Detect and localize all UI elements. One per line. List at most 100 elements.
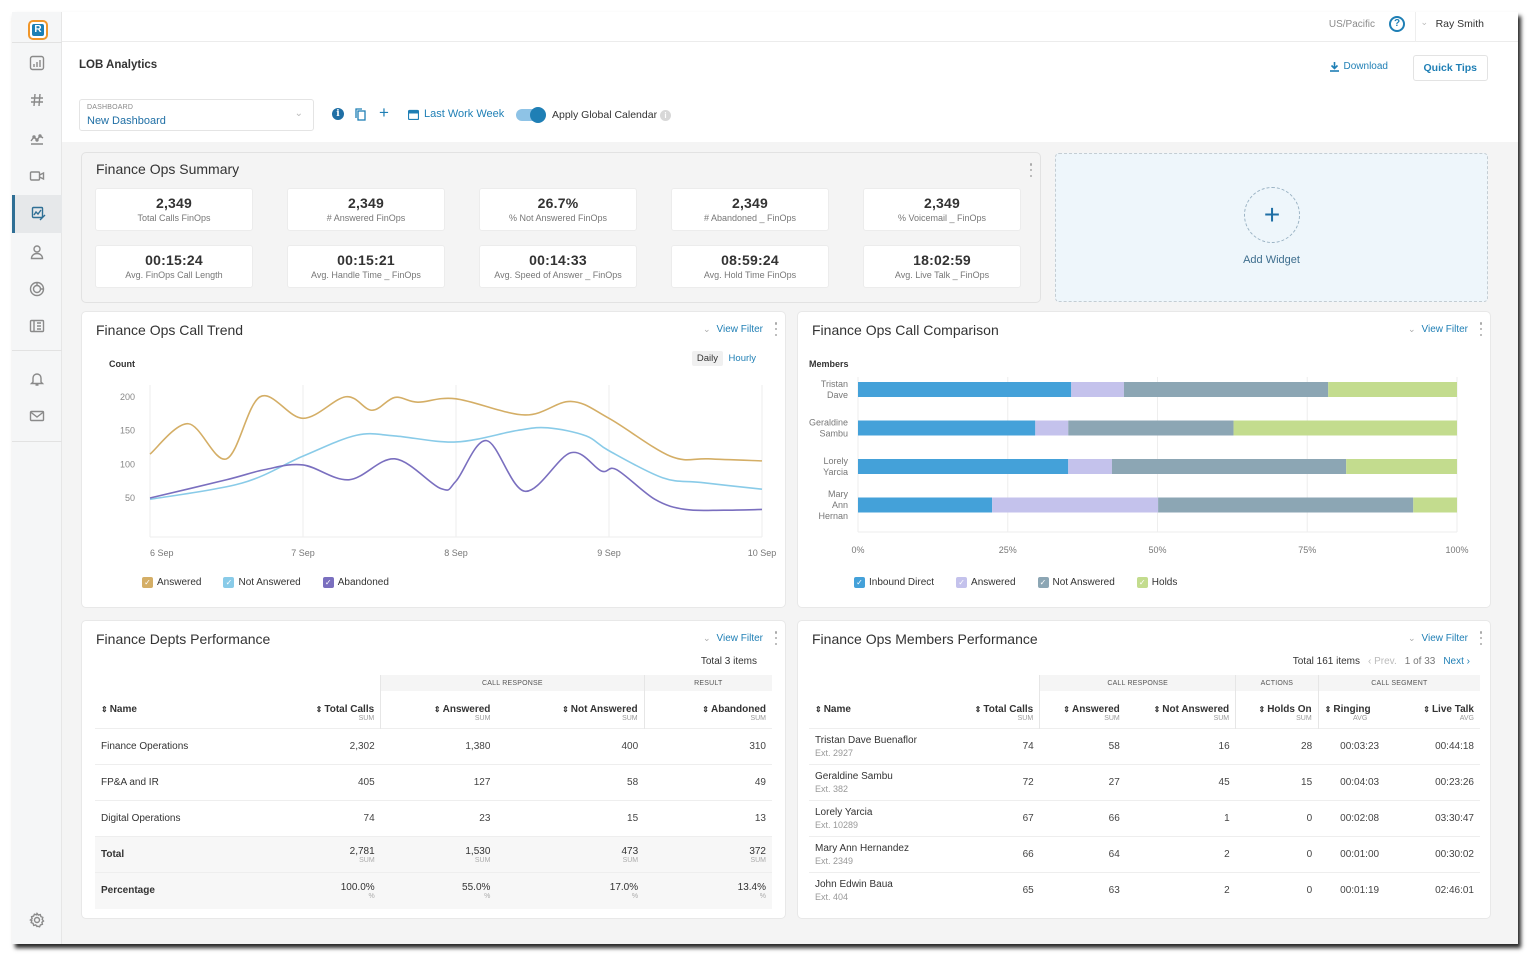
info-icon[interactable]: i (660, 110, 671, 121)
page-title: LOB Analytics (79, 59, 158, 71)
table-row[interactable]: FP&A and IR 405 127 58 49 (95, 764, 772, 801)
view-filter-button[interactable]: ⌄ View Filter (703, 633, 763, 644)
legend-item[interactable]: ✓ Abandoned (322, 577, 389, 588)
column-group: CALL SEGMENT (1317, 675, 1480, 691)
column-header[interactable]: ⇕ Abandoned (643, 691, 772, 715)
top-bar: US/Pacific ? ⌄ Ray Smith (62, 12, 1518, 42)
column-label: Total Calls (324, 704, 375, 715)
column-header[interactable]: ⇕ Ringing (1317, 691, 1402, 715)
info-icon[interactable]: i (332, 108, 344, 120)
sidebar-item-settings[interactable] (12, 902, 62, 938)
x-tick-label: 9 Sep (597, 548, 621, 558)
sidebar-item-hashtag[interactable] (12, 82, 62, 118)
column-header[interactable]: ⇕ Total Calls (262, 691, 381, 715)
column-header[interactable]: ⇕ Total Calls (951, 691, 1040, 715)
dashboard-select[interactable]: DASHBOARD New Dashboard ⌄ (79, 99, 314, 131)
kpi-value: 2,349 (347, 195, 385, 211)
view-filter-button[interactable]: ⌄ View Filter (1408, 633, 1468, 644)
column-header[interactable]: ⇕ Name (809, 691, 951, 715)
legend-item[interactable]: ✓ Not Answered (1037, 577, 1115, 588)
sidebar-item-analytics[interactable] (12, 195, 62, 233)
copy-icon[interactable] (355, 108, 366, 121)
quick-tips-button[interactable]: Quick Tips (1412, 55, 1488, 81)
hashtag-icon (31, 93, 43, 107)
sidebar-item-users[interactable] (12, 234, 62, 270)
sidebar-item-dashboard[interactable] (12, 271, 62, 307)
legend-label: Answered (157, 577, 202, 588)
table-row[interactable]: Finance Operations 2,302 1,380 400 310 (95, 728, 772, 765)
download-button[interactable]: Download (1329, 61, 1388, 72)
more-options-icon[interactable] (1479, 631, 1483, 645)
members-performance-widget: Finance Ops Members Performance ⌄ View Fi… (798, 621, 1490, 918)
sort-icon: ⇕ (1258, 705, 1266, 714)
sidebar-item-reports[interactable] (12, 45, 62, 81)
y-tick-label: 100 (120, 459, 135, 469)
global-calendar-toggle[interactable] (516, 107, 546, 123)
y-axis-title: Count (109, 359, 135, 369)
app-logo[interactable]: R (28, 20, 48, 40)
row-label: Total (101, 849, 125, 860)
prev-page-button[interactable]: ‹ Prev. (1368, 656, 1397, 667)
legend-item[interactable]: ✓ Inbound Direct (854, 577, 934, 588)
legend-item[interactable]: ✓ Answered (956, 577, 1016, 588)
more-options-icon[interactable] (1029, 163, 1033, 177)
column-header[interactable]: ⇕ Not Answered (1126, 691, 1236, 715)
table-row[interactable]: Geraldine Sambu Ext. 382 72 27 45 15 00:04:03 0… (809, 764, 1480, 801)
add-icon[interactable]: + (379, 103, 389, 123)
more-options-icon[interactable] (774, 631, 778, 645)
table-cell: 17.0%% (609, 881, 639, 900)
table-cell: 64 (1108, 849, 1120, 860)
help-icon[interactable]: ? (1389, 16, 1405, 32)
widget-title: Finance Ops Members Performance (812, 631, 1038, 647)
column-header[interactable]: ⇕ Live Talk (1402, 691, 1480, 715)
sidebar-item-messages[interactable] (12, 398, 62, 434)
table-cell: 72 (1022, 777, 1034, 788)
table-cell: 67 (1022, 813, 1034, 824)
table-row[interactable]: John Edwin Baua Ext. 404 65 63 2 0 00:01:19 02:… (809, 872, 1480, 909)
kpi-tile: 18:02:59 Avg. Live Talk _ FinOps (863, 245, 1021, 288)
table-cell: 400 (621, 741, 639, 752)
sort-icon: ⇕ (101, 705, 108, 714)
checkbox-icon: ✓ (223, 577, 235, 588)
legend-item[interactable]: ✓ Holds (1136, 577, 1177, 588)
x-tick-label: 25% (999, 545, 1017, 555)
table-cell: 00:30:02 (1435, 849, 1474, 860)
chevron-down-icon[interactable]: ⌄ (1420, 17, 1428, 28)
sidebar-item-notifications[interactable] (12, 361, 62, 397)
aggregation-label: SUM (1039, 715, 1126, 729)
category-label: Dave (827, 390, 848, 400)
legend-item[interactable]: ✓ Answered (142, 577, 201, 588)
sidebar-item-video[interactable] (12, 158, 62, 194)
kpi-value: 18:02:59 (913, 252, 971, 268)
column-header[interactable]: ⇕ Not Answered (496, 691, 644, 715)
column-header[interactable]: ⇕ Name (95, 691, 262, 715)
table-cell: 127 (473, 777, 491, 788)
table-row[interactable]: Digital Operations 74 23 15 13 (95, 800, 772, 837)
category-label: Lorely (823, 456, 848, 466)
legend-item[interactable]: ✓ Not Answered (223, 577, 301, 588)
aggregation-label: SUM (380, 715, 497, 729)
table-cell: 1 (1224, 813, 1230, 824)
bar-segment-answered (1035, 420, 1069, 436)
kpi-tile: 2,349 # Answered FinOps (287, 188, 445, 231)
sidebar-item-trends[interactable] (12, 120, 62, 156)
date-range-button[interactable]: Last Work Week (408, 108, 504, 120)
category-label: Hernan (818, 511, 848, 521)
timezone-label[interactable]: US/Pacific (1329, 19, 1375, 30)
column-header[interactable]: ⇕ Holds On (1235, 691, 1319, 715)
add-widget-button[interactable]: + Add Widget (1055, 153, 1488, 302)
table-cell: 310 (749, 741, 766, 752)
user-menu[interactable]: Ray Smith (1436, 18, 1484, 30)
table-row[interactable]: Mary Ann Hernandez Ext. 2349 66 64 2 0 00:01:0… (809, 836, 1480, 873)
table-cell: 58 (1108, 741, 1120, 752)
kpi-tile: 2,349 % Voicemail _ FinOps (863, 188, 1021, 231)
next-page-button[interactable]: Next › (1443, 656, 1470, 667)
table-row[interactable]: Lorely Yarcia Ext. 10289 67 66 1 0 00:02:08 03:… (809, 800, 1480, 837)
table-row[interactable]: Tristan Dave Buenaflor Ext. 2927 74 58 16 28 0… (809, 728, 1480, 765)
table-cell: 74 (363, 813, 375, 824)
column-header[interactable]: ⇕ Answered (1039, 691, 1126, 715)
person-icon (30, 245, 44, 260)
bar-segment-answered (1071, 382, 1124, 397)
sidebar-item-phones[interactable] (12, 308, 62, 344)
column-header[interactable]: ⇕ Answered (380, 691, 497, 715)
